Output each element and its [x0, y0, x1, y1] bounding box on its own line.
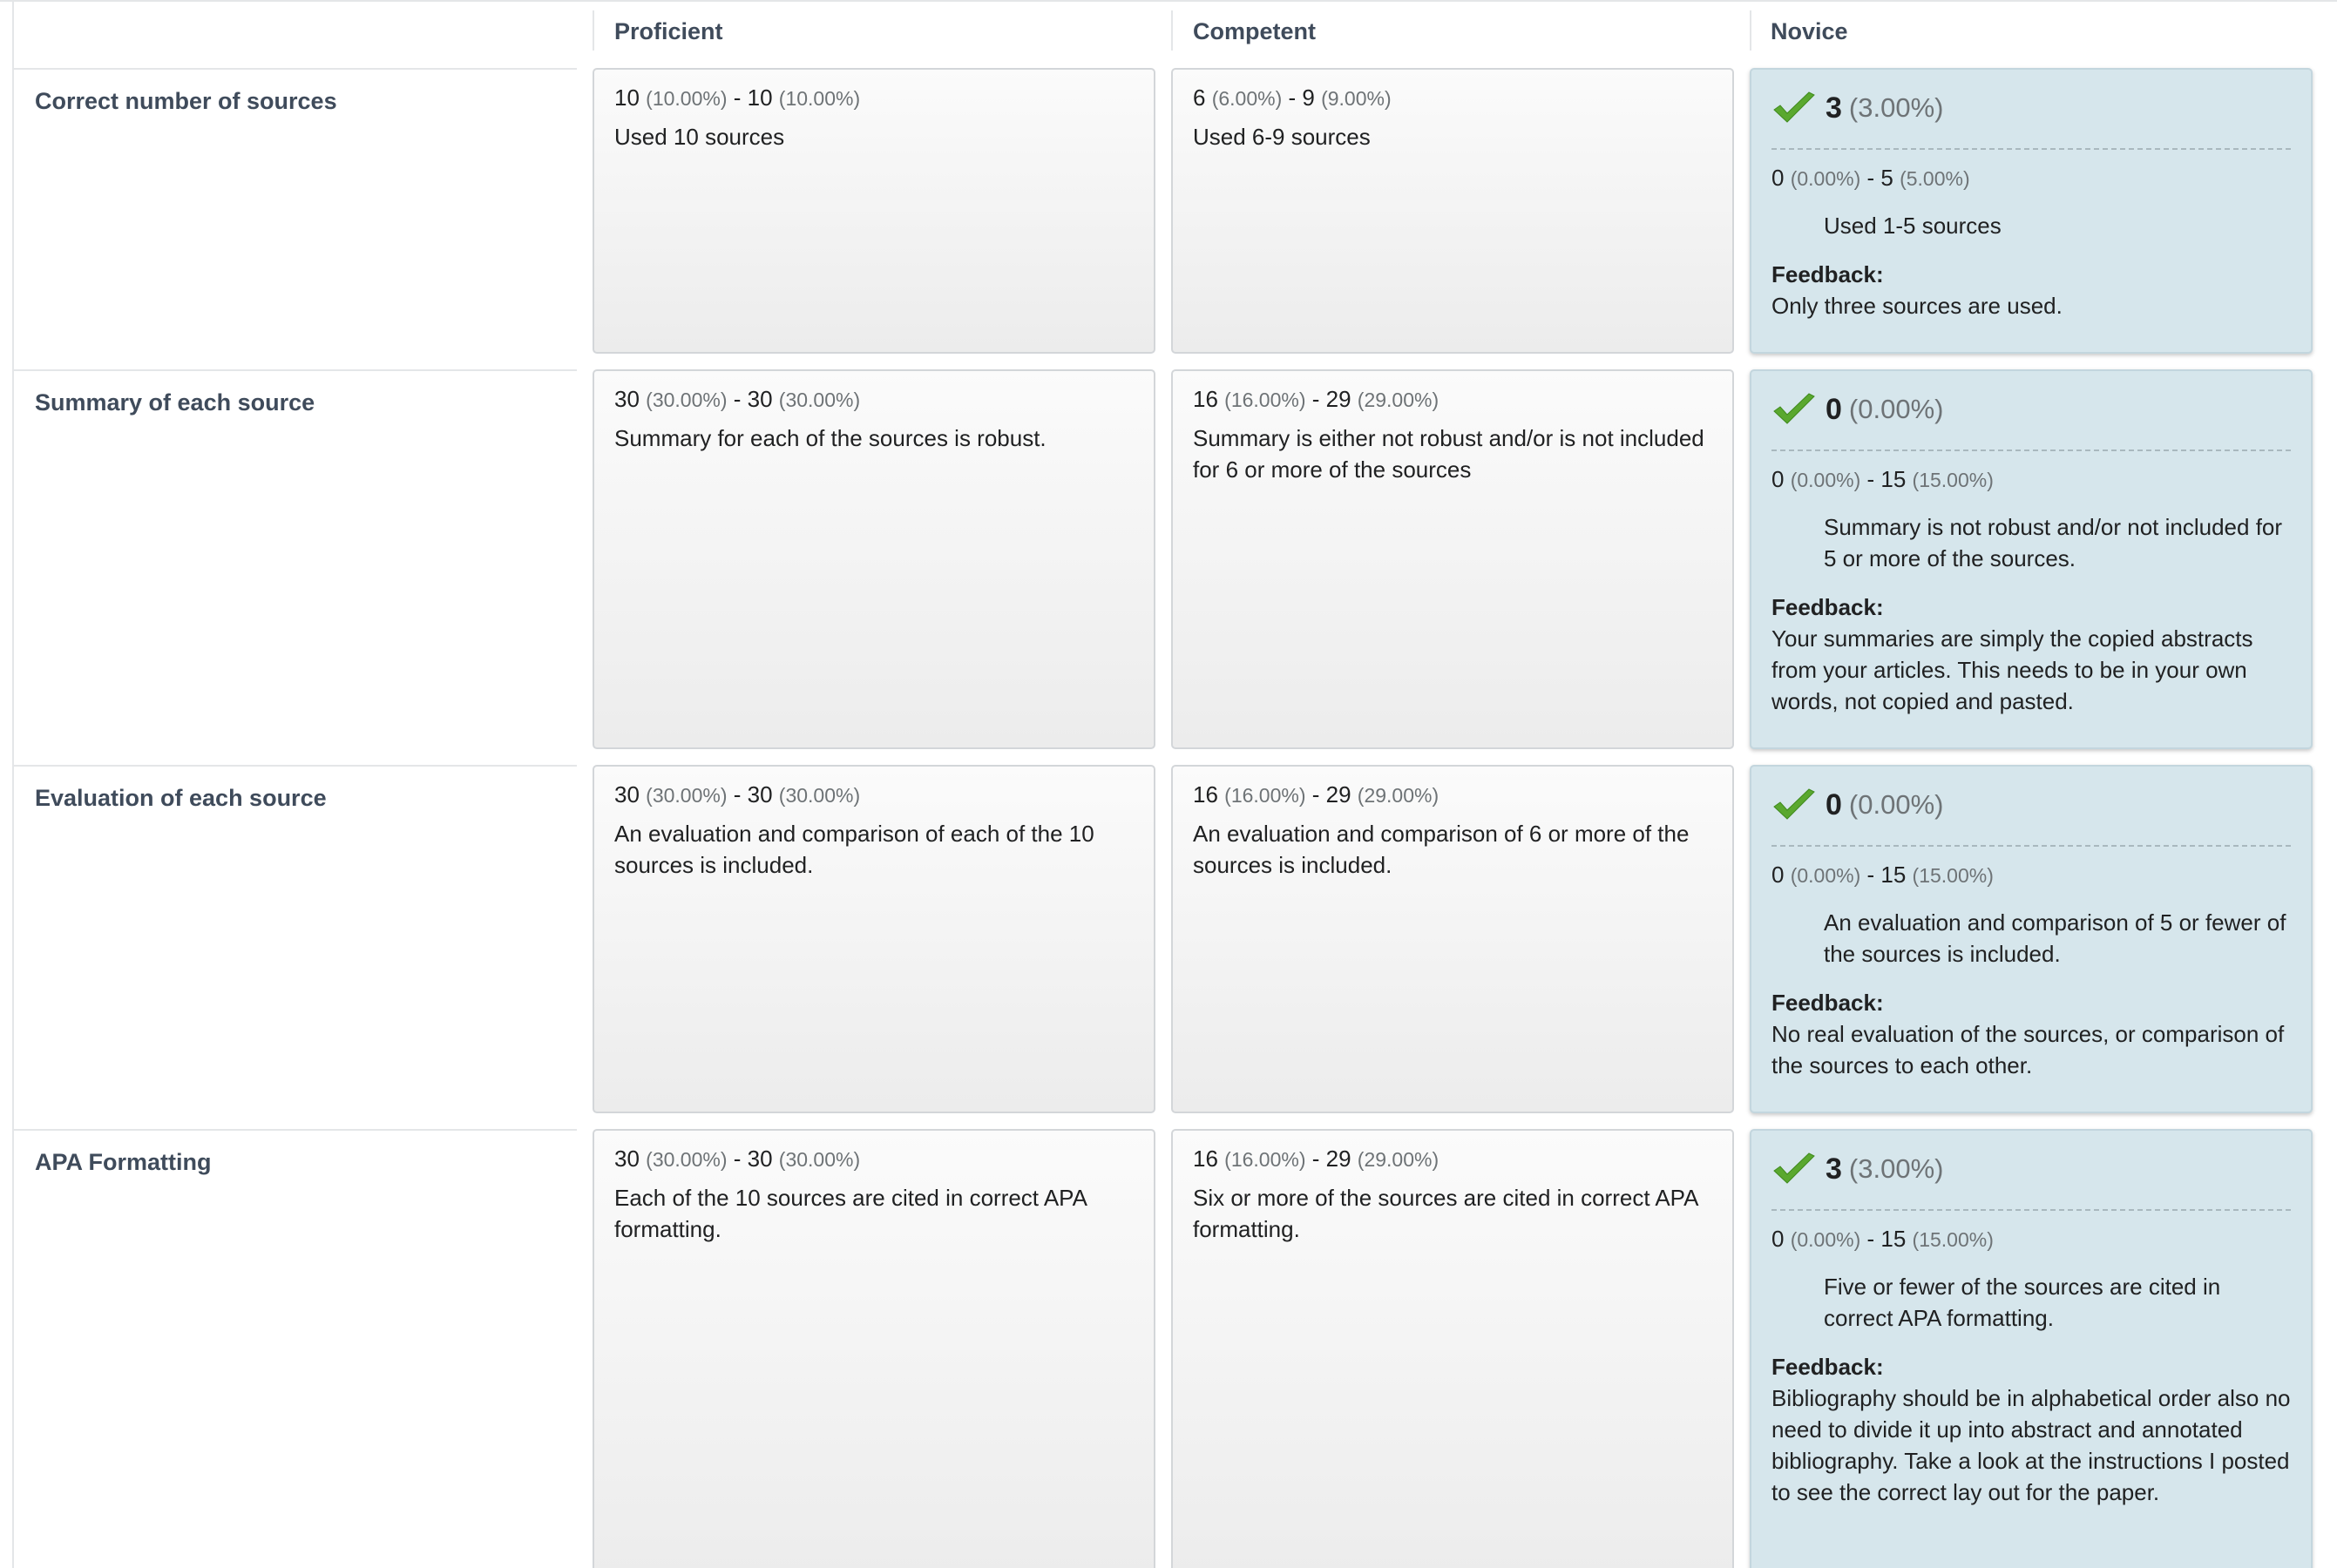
level-cell-competent[interactable]: 6 (6.00%) - 9 (9.00%) Used 6-9 sources: [1171, 68, 1734, 354]
table-top-border: [0, 0, 2337, 2]
level-cell-proficient[interactable]: 30 (30.00%) - 30 (30.00%) Summary for ea…: [593, 369, 1155, 749]
feedback-text: Only three sources are used.: [1771, 293, 2063, 319]
awarded-score: 0 (0.00%): [1771, 779, 2291, 847]
points-range: 16 (16.00%) - 29 (29.00%): [1193, 781, 1439, 808]
feedback-label: Feedback:: [1771, 1354, 1884, 1380]
level-description: Used 1-5 sources: [1824, 213, 2002, 239]
level-description: Used 6-9 sources: [1193, 124, 1371, 150]
level-description: Five or fewer of the sources are cited i…: [1824, 1274, 2221, 1331]
level-cell-competent[interactable]: 16 (16.00%) - 29 (29.00%) Six or more of…: [1171, 1129, 1734, 1568]
column-header-novice: Novice: [1771, 18, 1848, 44]
awarded-score: 3 (3.00%): [1771, 82, 2291, 150]
points-range: 16 (16.00%) - 29 (29.00%): [1193, 386, 1439, 412]
points-range: 30 (30.00%) - 30 (30.00%): [614, 1146, 861, 1172]
level-cell-competent[interactable]: 16 (16.00%) - 29 (29.00%) An evaluation …: [1171, 765, 1734, 1113]
level-cell-proficient[interactable]: 30 (30.00%) - 30 (30.00%) An evaluation …: [593, 765, 1155, 1113]
level-description: An evaluation and comparison of 5 or few…: [1824, 909, 2286, 967]
level-description: An evaluation and comparison of 6 or mor…: [1193, 821, 1690, 878]
column-header-competent: Competent: [1193, 18, 1316, 44]
level-description: Each of the 10 sources are cited in corr…: [614, 1185, 1087, 1242]
header-divider: [593, 10, 594, 51]
points-range: 30 (30.00%) - 30 (30.00%): [614, 781, 861, 808]
points-range: 6 (6.00%) - 9 (9.00%): [1193, 84, 1392, 111]
criterion-name: Correct number of sources: [35, 88, 337, 114]
level-cell-novice-selected[interactable]: 3 (3.00%) 0 (0.00%) - 5 (5.00%) Used 1-5 …: [1750, 68, 2313, 354]
awarded-score: 3 (3.00%): [1771, 1143, 2291, 1211]
table-left-border: [12, 0, 14, 1568]
criterion-divider: [12, 369, 577, 371]
rubric-table: Proficient Competent Novice Correct numb…: [0, 0, 2337, 1568]
level-description: Used 10 sources: [614, 124, 785, 150]
level-cell-novice-selected[interactable]: 0 (0.00%) 0 (0.00%) - 15 (15.00%) An eval…: [1750, 765, 2313, 1113]
criterion-name: Evaluation of each source: [35, 785, 327, 811]
column-header-proficient: Proficient: [614, 18, 723, 44]
feedback-label: Feedback:: [1771, 990, 1884, 1016]
feedback-text: Bibliography should be in alphabetical o…: [1771, 1385, 2291, 1505]
awarded-score: 0 (0.00%): [1771, 383, 2291, 451]
level-cell-proficient[interactable]: 10 (10.00%) - 10 (10.00%) Used 10 source…: [593, 68, 1155, 354]
header-divider: [1750, 10, 1751, 51]
feedback-text: No real evaluation of the sources, or co…: [1771, 1021, 2285, 1078]
check-icon: [1773, 1152, 1815, 1184]
points-range: 0 (0.00%) - 15 (15.00%): [1771, 1226, 1994, 1252]
level-cell-novice-selected[interactable]: 3 (3.00%) 0 (0.00%) - 15 (15.00%) Five or…: [1750, 1129, 2313, 1568]
header-divider: [1171, 10, 1173, 51]
level-description: An evaluation and comparison of each of …: [614, 821, 1094, 878]
level-description: Summary for each of the sources is robus…: [614, 425, 1047, 451]
points-range: 30 (30.00%) - 30 (30.00%): [614, 386, 861, 412]
level-description: Summary is not robust and/or not include…: [1824, 514, 2283, 571]
level-cell-competent[interactable]: 16 (16.00%) - 29 (29.00%) Summary is eit…: [1171, 369, 1734, 749]
criterion-name: APA Formatting: [35, 1149, 212, 1175]
check-icon: [1773, 393, 1815, 424]
check-icon: [1773, 788, 1815, 820]
points-range: 10 (10.00%) - 10 (10.00%): [614, 84, 861, 111]
criterion-divider: [12, 765, 577, 767]
points-range: 16 (16.00%) - 29 (29.00%): [1193, 1146, 1439, 1172]
points-range: 0 (0.00%) - 15 (15.00%): [1771, 466, 1994, 492]
criterion-divider: [12, 1129, 577, 1131]
criterion-divider: [12, 68, 577, 70]
feedback-label: Feedback:: [1771, 594, 1884, 620]
level-description: Summary is either not robust and/or is n…: [1193, 425, 1704, 483]
check-icon: [1773, 91, 1815, 123]
feedback-text: Your summaries are simply the copied abs…: [1771, 625, 2253, 714]
points-range: 0 (0.00%) - 5 (5.00%): [1771, 165, 1970, 191]
level-cell-proficient[interactable]: 30 (30.00%) - 30 (30.00%) Each of the 10…: [593, 1129, 1155, 1568]
criterion-name: Summary of each source: [35, 389, 315, 416]
level-cell-novice-selected[interactable]: 0 (0.00%) 0 (0.00%) - 15 (15.00%) Summary…: [1750, 369, 2313, 749]
feedback-label: Feedback:: [1771, 261, 1884, 287]
points-range: 0 (0.00%) - 15 (15.00%): [1771, 862, 1994, 888]
level-description: Six or more of the sources are cited in …: [1193, 1185, 1697, 1242]
